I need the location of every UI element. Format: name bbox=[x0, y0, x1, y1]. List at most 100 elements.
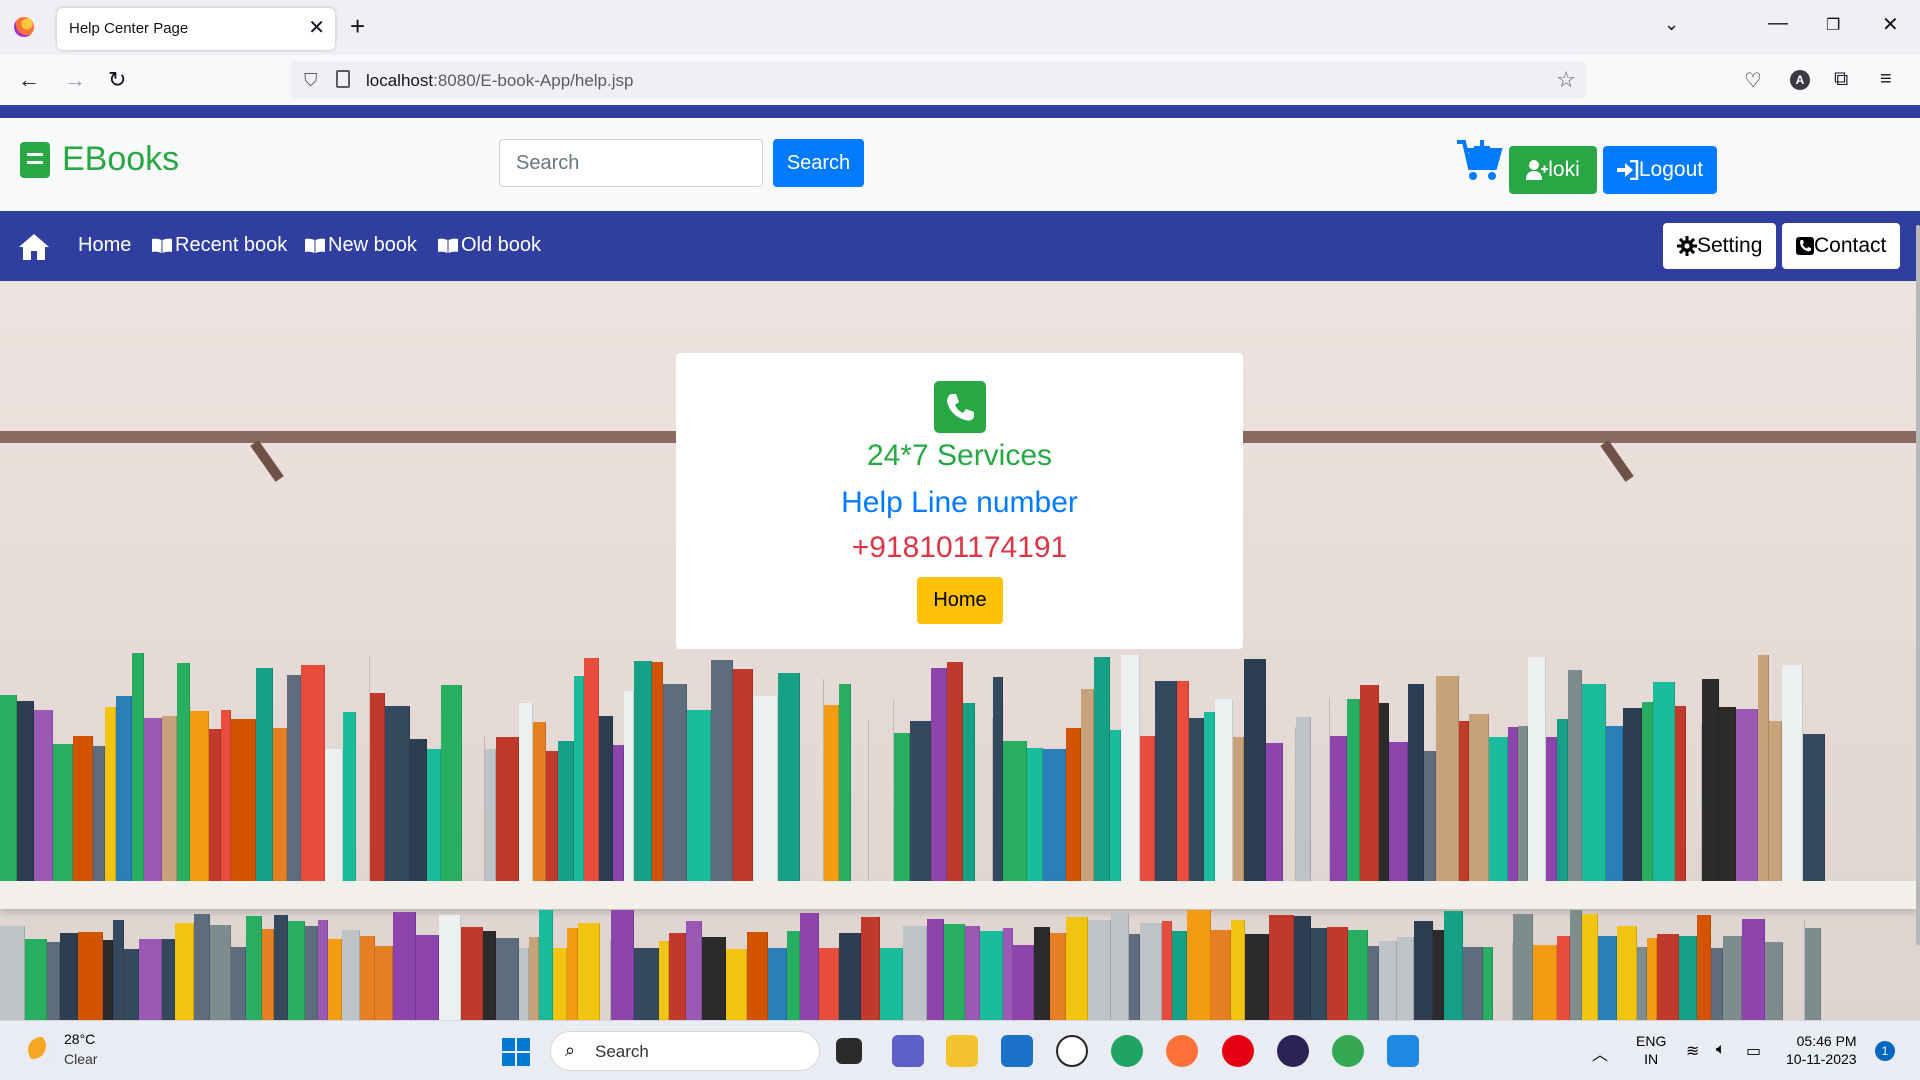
search-button[interactable]: Search bbox=[773, 139, 864, 187]
reload-icon[interactable]: ↻ bbox=[108, 67, 126, 93]
weather-condition[interactable]: Clear bbox=[64, 1051, 97, 1067]
tab-close-icon[interactable]: ✕ bbox=[308, 16, 325, 40]
logout-button[interactable]: Logout bbox=[1603, 146, 1717, 194]
weather-temperature[interactable]: 28°C bbox=[64, 1031, 95, 1047]
book-spine bbox=[1231, 920, 1245, 1020]
edge-icon[interactable] bbox=[1111, 1035, 1143, 1067]
book-spine bbox=[1414, 921, 1433, 1020]
nav-item-home[interactable]: Home bbox=[78, 234, 131, 257]
back-icon[interactable]: ← bbox=[18, 67, 40, 93]
book-spine bbox=[553, 948, 567, 1020]
search-icon: ⌕ bbox=[565, 1040, 576, 1060]
contact-label: Contact bbox=[1814, 234, 1887, 257]
site-header: EBooks Search loki Logo bbox=[0, 118, 1920, 211]
book-spine bbox=[558, 741, 574, 891]
firefox-icon[interactable] bbox=[14, 17, 34, 37]
pocket-icon[interactable]: ♡ bbox=[1744, 68, 1762, 93]
forward-icon[interactable]: → bbox=[64, 67, 86, 93]
book-spine bbox=[1424, 751, 1436, 891]
nav-item-recent-book[interactable]: Recent book bbox=[151, 234, 287, 257]
user-button[interactable]: loki bbox=[1509, 146, 1597, 194]
address-bar[interactable]: ⛉ localhost:8080/E-book-App/help.jsp ☆ bbox=[290, 61, 1586, 99]
eclipse-icon[interactable] bbox=[1277, 1035, 1309, 1067]
notification-badge[interactable]: 1 bbox=[1875, 1041, 1895, 1061]
book-spine bbox=[839, 684, 851, 891]
book-spine bbox=[385, 706, 410, 891]
book-spine bbox=[634, 948, 659, 1020]
nav-item-label: New book bbox=[328, 234, 417, 256]
store-icon[interactable] bbox=[1001, 1035, 1033, 1067]
book-icon bbox=[20, 141, 50, 178]
book-spine bbox=[1013, 945, 1034, 1020]
search-input[interactable] bbox=[499, 139, 763, 187]
restore-icon[interactable]: ❐ bbox=[1826, 15, 1840, 35]
nav-item-new-book[interactable]: New book bbox=[304, 234, 417, 257]
rail-bracket bbox=[250, 440, 284, 482]
setting-label: Setting bbox=[1697, 234, 1763, 257]
minimize-icon[interactable]: — bbox=[1768, 12, 1788, 35]
tray-chevron-icon[interactable]: ︿ bbox=[1592, 1041, 1608, 1065]
file-explorer-icon[interactable] bbox=[946, 1035, 978, 1067]
opera-icon[interactable] bbox=[1222, 1035, 1254, 1067]
book-spine bbox=[613, 745, 624, 891]
book-spine bbox=[1204, 712, 1215, 891]
url-text[interactable]: localhost:8080/E-book-App/help.jsp bbox=[366, 71, 633, 91]
book-spine bbox=[1244, 659, 1266, 891]
book-spine bbox=[177, 663, 190, 891]
hero-background: 24*7 Services Help Line number +91810117… bbox=[0, 281, 1920, 1020]
brand-logo[interactable]: EBooks bbox=[20, 140, 179, 179]
book-spine bbox=[1765, 942, 1783, 1020]
firefox-taskbar-icon[interactable] bbox=[1166, 1035, 1198, 1067]
book-spine bbox=[1463, 947, 1483, 1020]
chrome-icon[interactable] bbox=[1332, 1035, 1364, 1067]
wifi-icon[interactable]: ≋ bbox=[1686, 1041, 1699, 1061]
book-spine bbox=[1546, 737, 1557, 891]
taskbar-search[interactable]: ⌕ Search bbox=[550, 1031, 820, 1071]
book-spine bbox=[1027, 748, 1043, 891]
dell-icon[interactable] bbox=[1056, 1035, 1088, 1067]
extensions-icon[interactable]: ⧉ bbox=[1834, 68, 1848, 91]
battery-icon[interactable]: ▭ bbox=[1746, 1041, 1761, 1061]
book-spine bbox=[410, 739, 427, 891]
tab-list-chevron-icon[interactable]: ⌄ bbox=[1664, 14, 1679, 35]
new-tab-icon[interactable]: + bbox=[350, 12, 365, 40]
window-close-icon[interactable]: ✕ bbox=[1882, 12, 1899, 37]
book-spine bbox=[1459, 721, 1469, 891]
shelf-gap bbox=[1311, 697, 1330, 891]
book-spine bbox=[993, 677, 1003, 891]
book-spine bbox=[1347, 699, 1360, 891]
shield-icon[interactable]: ⛉ bbox=[304, 70, 318, 91]
menu-icon[interactable]: ≡ bbox=[1880, 68, 1892, 91]
photos-icon[interactable] bbox=[1387, 1035, 1419, 1067]
account-avatar[interactable]: A bbox=[1790, 70, 1810, 90]
contact-button[interactable]: Contact bbox=[1782, 223, 1901, 269]
volume-icon[interactable]: 🔈︎ bbox=[1716, 1041, 1726, 1059]
book-spine bbox=[325, 749, 343, 891]
home-icon[interactable] bbox=[18, 233, 50, 261]
book-spine bbox=[1679, 936, 1697, 1020]
services-text: 24*7 Services bbox=[866, 439, 1053, 472]
language-indicator[interactable]: ENG IN bbox=[1636, 1032, 1666, 1068]
book-spine bbox=[1528, 657, 1546, 891]
book-spine bbox=[105, 707, 116, 891]
book-spine bbox=[1129, 934, 1140, 1020]
cart-icon[interactable] bbox=[1455, 138, 1503, 182]
teams-icon[interactable] bbox=[892, 1035, 924, 1067]
home-button[interactable]: Home bbox=[917, 577, 1003, 624]
book-spine bbox=[113, 920, 124, 1020]
clock[interactable]: 05:46 PM 10-11-2023 bbox=[1786, 1032, 1857, 1068]
bookmark-star-icon[interactable]: ☆ bbox=[1556, 67, 1576, 93]
book-spine bbox=[861, 917, 880, 1020]
nav-item-old-book[interactable]: Old book bbox=[437, 234, 541, 257]
shelf-board bbox=[0, 881, 1920, 909]
book-spine bbox=[1266, 743, 1283, 891]
task-view-icon[interactable] bbox=[836, 1038, 862, 1064]
setting-button[interactable]: Setting bbox=[1663, 223, 1777, 269]
book-spine bbox=[1803, 734, 1825, 891]
page-scrollbar[interactable] bbox=[1916, 225, 1920, 945]
book-spine bbox=[567, 928, 578, 1020]
book-spine bbox=[1189, 718, 1204, 891]
windows-start-icon[interactable] bbox=[502, 1038, 530, 1066]
moon-weather-icon[interactable] bbox=[28, 1037, 54, 1063]
browser-tab-active[interactable]: Help Center Page ✕ bbox=[57, 8, 335, 50]
